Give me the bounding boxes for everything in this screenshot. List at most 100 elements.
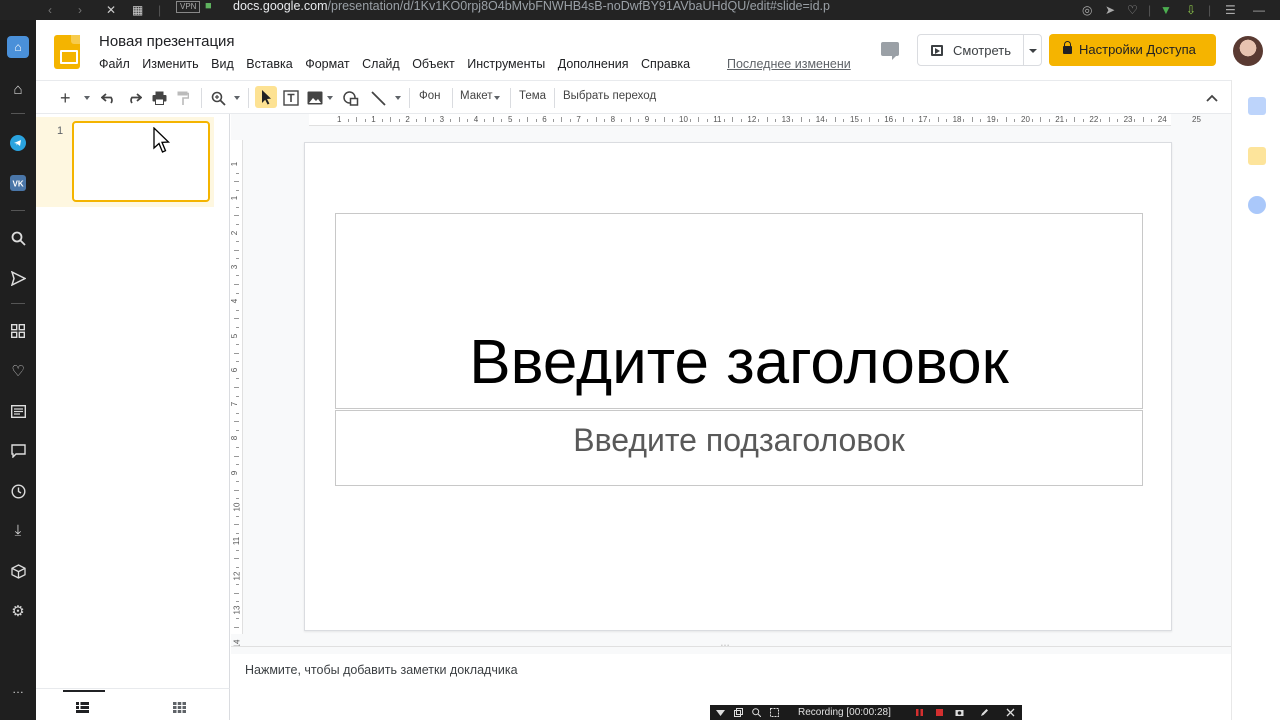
menu-file[interactable]: Файл <box>99 57 130 71</box>
collapse-toolbar-icon[interactable] <box>1206 89 1218 107</box>
line-icon[interactable] <box>371 89 386 107</box>
settings-icon[interactable]: ⚙ <box>7 600 29 622</box>
ruler-tick <box>527 117 529 122</box>
region-icon[interactable] <box>770 708 779 717</box>
heart-icon[interactable]: ♡ <box>7 360 29 382</box>
forward-icon[interactable]: › <box>78 0 82 20</box>
chevron-down-icon[interactable] <box>1029 49 1037 53</box>
shape-icon[interactable] <box>343 89 359 107</box>
address-bar[interactable]: docs.google.com/presentation/d/1Kv1KO0rp… <box>233 0 830 20</box>
slides-logo-icon[interactable] <box>54 35 80 69</box>
undo-icon[interactable] <box>101 89 117 107</box>
window-icon[interactable] <box>734 708 743 717</box>
list-view-icon[interactable] <box>76 700 89 718</box>
new-slide-icon[interactable]: + <box>60 88 71 108</box>
vpn-badge[interactable]: VPN <box>176 1 201 13</box>
menu-edit[interactable]: Изменить <box>142 57 198 71</box>
send-icon[interactable]: ➤ <box>1105 0 1115 20</box>
vk-icon[interactable]: VK <box>7 172 29 194</box>
horizontal-ruler[interactable]: 1 1 2 3 4 5 6 7 8 9 10 11 12 13 14 15 16 17 18 19 20 21 22 23 24… <box>309 114 1201 126</box>
news-icon[interactable] <box>7 400 29 422</box>
separator: | <box>158 3 162 17</box>
history-icon[interactable] <box>7 480 29 502</box>
apps-icon[interactable] <box>7 320 29 342</box>
menu-slide[interactable]: Слайд <box>362 57 400 71</box>
subtitle-placeholder-box[interactable]: Введите подзаголовок <box>335 410 1143 486</box>
chevron-down-icon[interactable] <box>716 708 725 717</box>
downloads-icon[interactable]: ⤓ <box>7 519 29 541</box>
zoom-icon[interactable] <box>752 708 761 717</box>
background-button[interactable]: Фон <box>419 90 441 102</box>
ruler-number: 14 <box>815 115 825 124</box>
document-title[interactable]: Новая презентация <box>99 33 235 50</box>
present-button[interactable]: Смотреть <box>917 34 1042 66</box>
chevron-down-icon[interactable] <box>327 96 333 100</box>
pen-icon[interactable] <box>980 708 989 717</box>
pause-icon[interactable] <box>915 708 924 717</box>
ruler-tick <box>1074 117 1076 122</box>
keep-icon[interactable] <box>1248 147 1266 165</box>
paint-format-icon[interactable] <box>177 89 189 107</box>
slide-canvas[interactable]: Введите заголовок Введите подзаголовок <box>304 142 1172 631</box>
menu-format[interactable]: Формат <box>305 57 349 71</box>
print-icon[interactable] <box>152 89 167 107</box>
vertical-ruler[interactable]: 1 1 2 3 4 5 6 7 8 9 10 11 12 13 14 <box>230 140 243 649</box>
shield-icon[interactable]: ▼ <box>1160 0 1172 20</box>
messages-icon[interactable] <box>7 440 29 462</box>
image-icon[interactable] <box>307 89 323 107</box>
layout-button[interactable]: Макет <box>460 90 493 102</box>
camera-icon[interactable] <box>955 708 964 717</box>
home-icon[interactable]: ⌂ <box>7 36 29 58</box>
stop-icon[interactable] <box>935 708 944 717</box>
slide-thumbnail[interactable] <box>72 121 210 202</box>
ruler-tick <box>1108 117 1110 122</box>
title-placeholder-box[interactable]: Введите заголовок <box>335 213 1143 409</box>
tabs-grid-icon[interactable]: ▦ <box>132 0 143 20</box>
tasks-icon[interactable] <box>1248 196 1266 214</box>
chevron-down-icon[interactable] <box>494 96 500 100</box>
transition-button[interactable]: Выбрать переход <box>563 90 656 102</box>
separator <box>248 88 249 108</box>
avatar[interactable] <box>1233 36 1263 66</box>
text-box-icon[interactable] <box>283 89 299 107</box>
heart-icon[interactable]: ♡ <box>1127 0 1138 20</box>
ruler-tick <box>234 592 239 594</box>
notes-resize-handle[interactable] <box>231 643 1231 654</box>
comment-history-icon[interactable] <box>881 42 899 60</box>
present-icon <box>931 45 943 56</box>
chevron-down-icon[interactable] <box>234 96 240 100</box>
calendar-icon[interactable] <box>1248 97 1266 115</box>
minimize-icon[interactable]: — <box>1253 0 1265 20</box>
chevron-down-icon[interactable] <box>395 96 401 100</box>
close-icon[interactable] <box>1006 708 1015 717</box>
select-tool[interactable] <box>255 86 277 108</box>
menu-view[interactable]: Вид <box>211 57 234 71</box>
more-icon[interactable]: … <box>7 678 29 700</box>
grid-view-icon[interactable] <box>173 700 186 718</box>
menu-addons[interactable]: Дополнения <box>558 57 629 71</box>
stop-loading-icon[interactable]: ✕ <box>106 0 116 20</box>
search-icon[interactable] <box>7 227 29 249</box>
chevron-down-icon[interactable] <box>84 96 90 100</box>
redo-icon[interactable] <box>126 89 142 107</box>
menu-tools[interactable]: Инструменты <box>467 57 545 71</box>
menu-icon[interactable]: ☰ <box>1225 0 1236 20</box>
camera-icon[interactable]: ◎ <box>1082 0 1092 20</box>
ruler-tick <box>663 117 665 122</box>
share-button[interactable]: Настройки Доступа <box>1049 34 1216 66</box>
separator <box>409 88 410 108</box>
slide-thumbnail-row[interactable]: 1 <box>36 117 214 207</box>
menu-object[interactable]: Объект <box>412 57 455 71</box>
box-icon[interactable] <box>7 560 29 582</box>
lock-icon[interactable]: ■ <box>205 0 212 12</box>
theme-button[interactable]: Тема <box>519 90 546 102</box>
download-icon[interactable]: ⇩ <box>1186 0 1196 20</box>
telegram-icon[interactable] <box>7 132 29 154</box>
back-icon[interactable]: ‹ <box>48 0 52 20</box>
zoom-icon[interactable] <box>211 89 226 107</box>
start-page-icon[interactable]: ⌂ <box>7 78 29 100</box>
last-edit-link[interactable]: Последнее изменени <box>727 57 851 71</box>
menu-help[interactable]: Справка <box>641 57 690 71</box>
send-icon[interactable] <box>7 267 29 289</box>
menu-insert[interactable]: Вставка <box>246 57 292 71</box>
